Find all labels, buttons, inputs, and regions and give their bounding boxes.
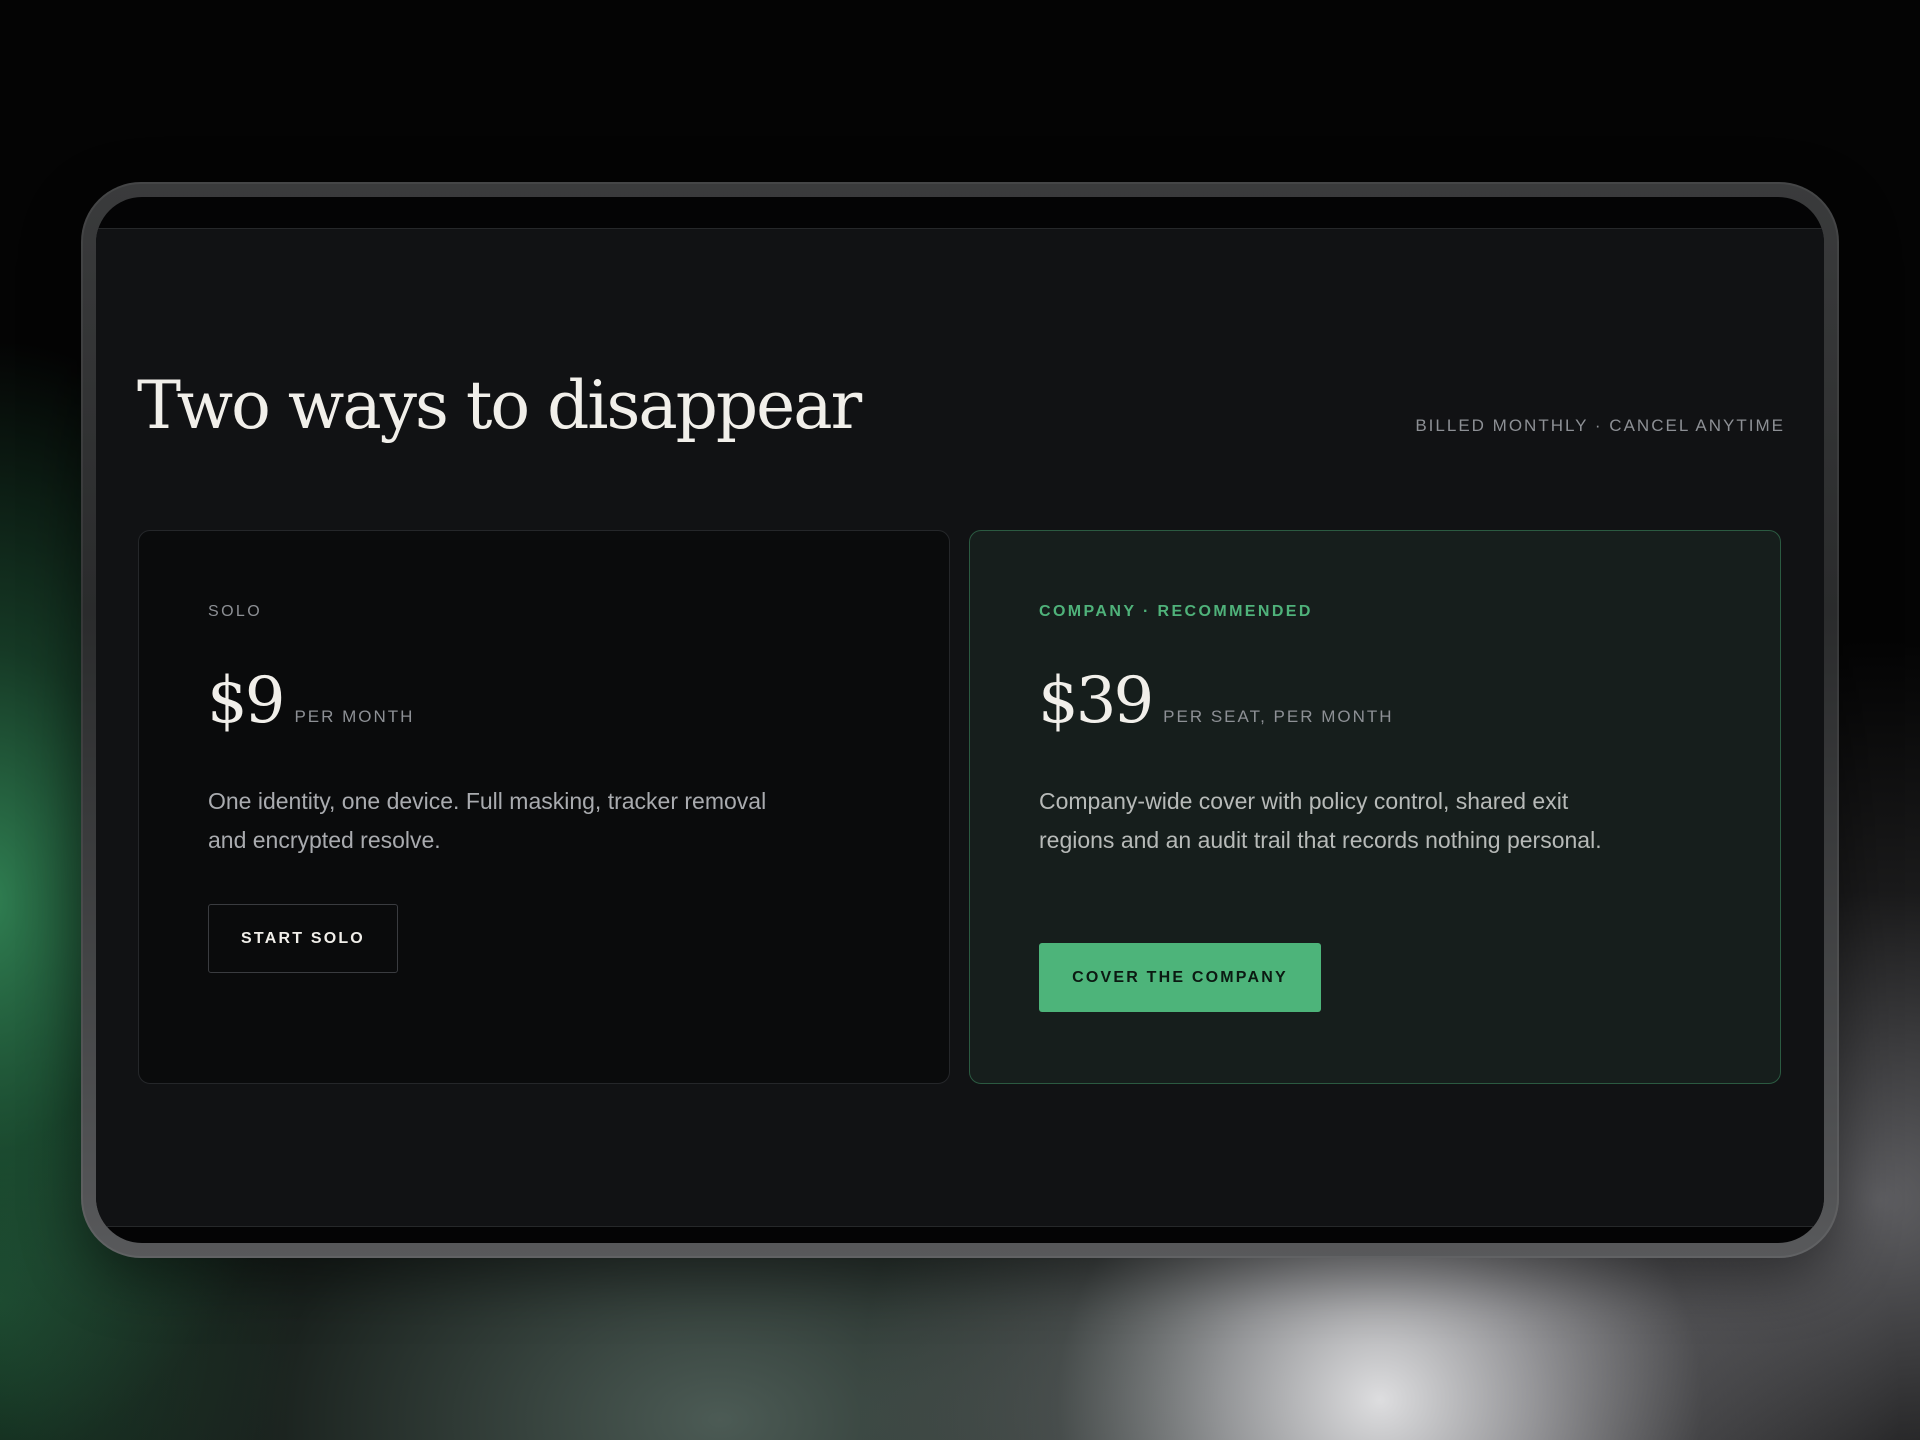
plan-description: Company-wide cover with policy control, …	[1039, 788, 1602, 853]
plan-period: PER SEAT, PER MONTH	[1163, 707, 1394, 726]
billing-note: BILLED MONTHLY · CANCEL ANYTIME	[1415, 416, 1785, 435]
price-row: $39 PER SEAT, PER MONTH	[1038, 669, 1394, 733]
plan-period: PER MONTH	[294, 707, 415, 726]
pricing-section: Two ways to disappear BILLED MONTHLY · C…	[96, 228, 1824, 1227]
plan-price: $39	[1038, 664, 1154, 738]
plan-description: One identity, one device. Full masking, …	[208, 788, 767, 853]
plan-card-solo: SOLO $9 PER MONTH One identity, one devi…	[138, 530, 950, 1084]
start-solo-button[interactable]: START SOLO	[208, 904, 398, 973]
plan-price: $9	[207, 664, 285, 738]
plan-label: SOLO	[208, 603, 263, 620]
section-title: Two ways to disappear	[137, 367, 862, 444]
price-row: $9 PER MONTH	[207, 669, 414, 733]
cover-the-company-button[interactable]: COVER THE COMPANY	[1039, 943, 1321, 1012]
plan-card-company: COMPANY · RECOMMENDED $39 PER SEAT, PER …	[969, 530, 1781, 1084]
plan-label-recommended: COMPANY · RECOMMENDED	[1039, 603, 1313, 620]
device-frame: Two ways to disappear BILLED MONTHLY · C…	[81, 182, 1839, 1258]
device-screen: Two ways to disappear BILLED MONTHLY · C…	[96, 197, 1824, 1243]
